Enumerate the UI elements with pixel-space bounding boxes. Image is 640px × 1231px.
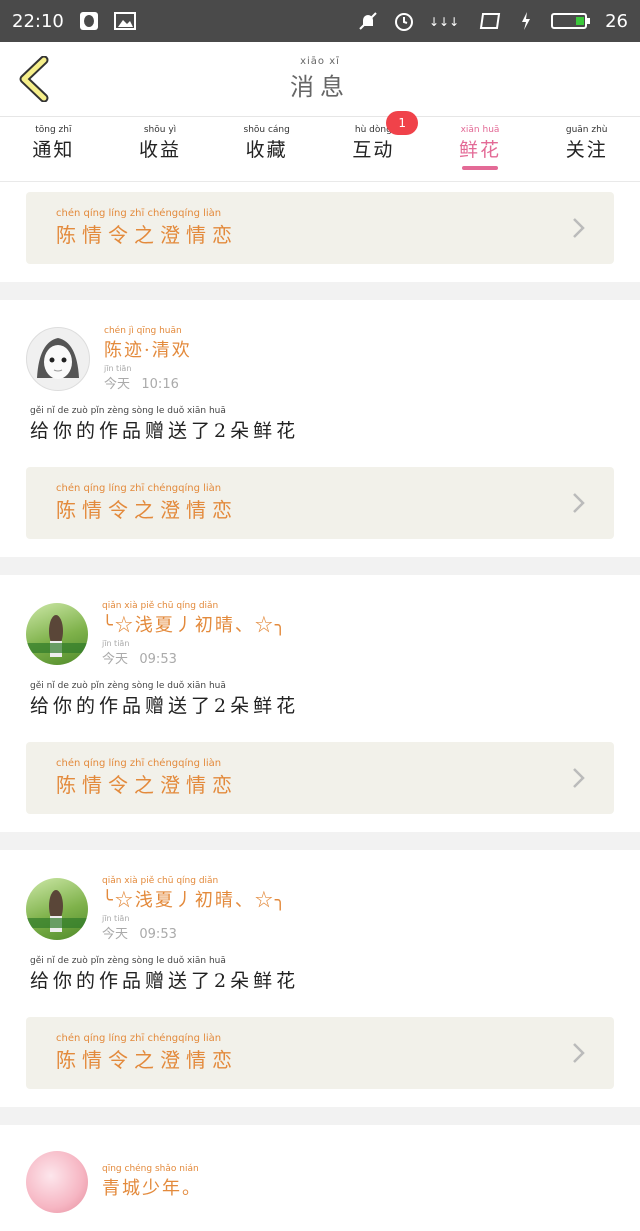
page-title: xiāo xī 消息: [290, 56, 350, 102]
mute-icon: [357, 10, 379, 32]
tab-pinyin: shōu yì: [143, 125, 177, 135]
username-pinyin: qīng chéng shǎo nián: [102, 1164, 199, 1174]
day-pinyin: jīn tiān: [102, 639, 130, 648]
battery-icon: [551, 10, 591, 32]
flower-entry: qiǎn xià piě chū qíng diǎn ╰☆浅夏丿初晴、☆╮ jī…: [0, 850, 640, 1107]
work-card[interactable]: chén qíng líng zhī chéngqíng liàn 陈情令之澄情…: [26, 742, 614, 814]
username[interactable]: ╰☆浅夏丿初晴、☆╮: [102, 611, 288, 637]
avatar[interactable]: [26, 327, 90, 391]
work-card[interactable]: chén qíng líng zhī chéngqíng liàn 陈情令之澄情…: [26, 192, 614, 264]
username[interactable]: ╰☆浅夏丿初晴、☆╮: [102, 886, 288, 912]
message-text: 给你的作品赠送了2朵鲜花: [30, 420, 300, 442]
username[interactable]: 陈迹·清欢: [104, 336, 192, 362]
status-bar: 22:10 ↓↓↓ 26: [0, 0, 640, 42]
avatar[interactable]: [26, 878, 88, 940]
chevron-right-icon: [573, 493, 585, 513]
work-card[interactable]: chén qíng líng zhī chéngqíng liàn 陈情令之澄情…: [26, 467, 614, 539]
tab-label: 通知: [32, 139, 75, 161]
chevron-right-icon: [573, 218, 585, 238]
message-text: 给你的作品赠送了2朵鲜花: [30, 695, 300, 717]
active-tab-indicator: [462, 166, 499, 170]
tab-label: 收藏: [245, 139, 288, 161]
tab-bar: tōng zhī 通知 shōu yì 收益 shōu cáng 收藏 hù d…: [0, 111, 640, 182]
screen-icon: [479, 10, 501, 32]
tab-label: 关注: [565, 139, 608, 161]
page-title-text: 消息: [290, 73, 350, 101]
tab-notice[interactable]: tōng zhī 通知: [0, 117, 107, 162]
tab-earnings[interactable]: shōu yì 收益: [107, 117, 214, 162]
username-pinyin: qiǎn xià piě chū qíng diǎn: [102, 876, 219, 886]
app-header: xiāo xī 消息: [0, 42, 640, 117]
work-title: 陈情令之澄情恋: [56, 223, 238, 247]
day-pinyin: jīn tiān: [102, 914, 130, 923]
timestamp: 09:53: [139, 927, 177, 942]
work-title-pinyin: chén qíng líng zhī chéngqíng liàn: [56, 1033, 222, 1044]
tab-flowers[interactable]: xiān huā 鲜花: [427, 117, 534, 170]
flower-entry: qīng chéng shǎo nián 青城少年。: [0, 1125, 640, 1231]
username-pinyin: qiǎn xià piě chū qíng diǎn: [102, 601, 219, 611]
message-pinyin: gěi nǐ de zuò pǐn zèng sòng le duǒ xiān …: [30, 956, 226, 966]
tab-label: 互动: [352, 139, 395, 161]
unread-badge: 1: [386, 111, 419, 135]
flower-entry: chén jì qīng huān 陈迹·清欢 jīn tiān 今天 10:1…: [0, 300, 640, 557]
work-title-pinyin: chén qíng líng zhī chéngqíng liàn: [56, 483, 222, 494]
alarm-icon: [393, 10, 415, 32]
work-title-pinyin: chén qíng líng zhī chéngqíng liàn: [56, 758, 222, 769]
qq-icon: [78, 10, 100, 32]
tab-label: 鲜花: [459, 139, 502, 161]
message-text: 给你的作品赠送了2朵鲜花: [30, 970, 300, 992]
tab-pinyin: shōu cáng: [243, 125, 290, 135]
status-time: 22:10: [12, 10, 64, 32]
tab-interaction[interactable]: hù dòng 互动 1: [320, 111, 427, 162]
work-title: 陈情令之澄情恋: [56, 773, 238, 797]
username[interactable]: 青城少年。: [102, 1174, 202, 1200]
day-label: 今天: [104, 377, 131, 392]
username-pinyin: chén jì qīng huān: [104, 326, 182, 336]
timestamp: 09:53: [139, 652, 177, 667]
work-card[interactable]: chén qíng líng zhī chéngqíng liàn 陈情令之澄情…: [26, 1017, 614, 1089]
avatar[interactable]: [26, 603, 88, 665]
avatar[interactable]: [26, 1151, 88, 1213]
back-button[interactable]: [16, 55, 52, 103]
svg-text:↓↓↓: ↓↓↓: [429, 15, 459, 29]
image-icon: [113, 10, 136, 32]
message-pinyin: gěi nǐ de zuò pǐn zèng sòng le duǒ xiān …: [30, 681, 226, 691]
work-title: 陈情令之澄情恋: [56, 498, 238, 522]
day-pinyin: jīn tiān: [104, 364, 132, 373]
timestamp: 10:16: [141, 377, 179, 392]
tab-pinyin: tōng zhī: [35, 125, 72, 135]
flower-entry: qiǎn xià piě chū qíng diǎn ╰☆浅夏丿初晴、☆╮ jī…: [0, 575, 640, 832]
signal-icon: ↓↓↓: [429, 10, 465, 32]
battery-level: 26: [605, 10, 628, 32]
tab-favorites[interactable]: shōu cáng 收藏: [213, 117, 320, 162]
work-title-pinyin: chén qíng líng zhī chéngqíng liàn: [56, 208, 222, 219]
work-section: chén qíng líng zhī chéngqíng liàn 陈情令之澄情…: [0, 182, 640, 282]
day-label: 今天: [102, 927, 129, 942]
work-title: 陈情令之澄情恋: [56, 1048, 238, 1072]
tab-following[interactable]: guān zhù 关注: [533, 117, 640, 162]
tab-pinyin: guān zhù: [565, 125, 608, 135]
chevron-left-icon: [19, 55, 49, 103]
tab-label: 收益: [139, 139, 182, 161]
chevron-right-icon: [573, 1043, 585, 1063]
page-title-pinyin: xiāo xī: [300, 56, 340, 67]
tab-pinyin: xiān huā: [460, 125, 500, 135]
day-label: 今天: [102, 652, 129, 667]
chevron-right-icon: [573, 768, 585, 788]
message-pinyin: gěi nǐ de zuò pǐn zèng sòng le duǒ xiān …: [30, 406, 226, 416]
charging-icon: [515, 10, 537, 32]
